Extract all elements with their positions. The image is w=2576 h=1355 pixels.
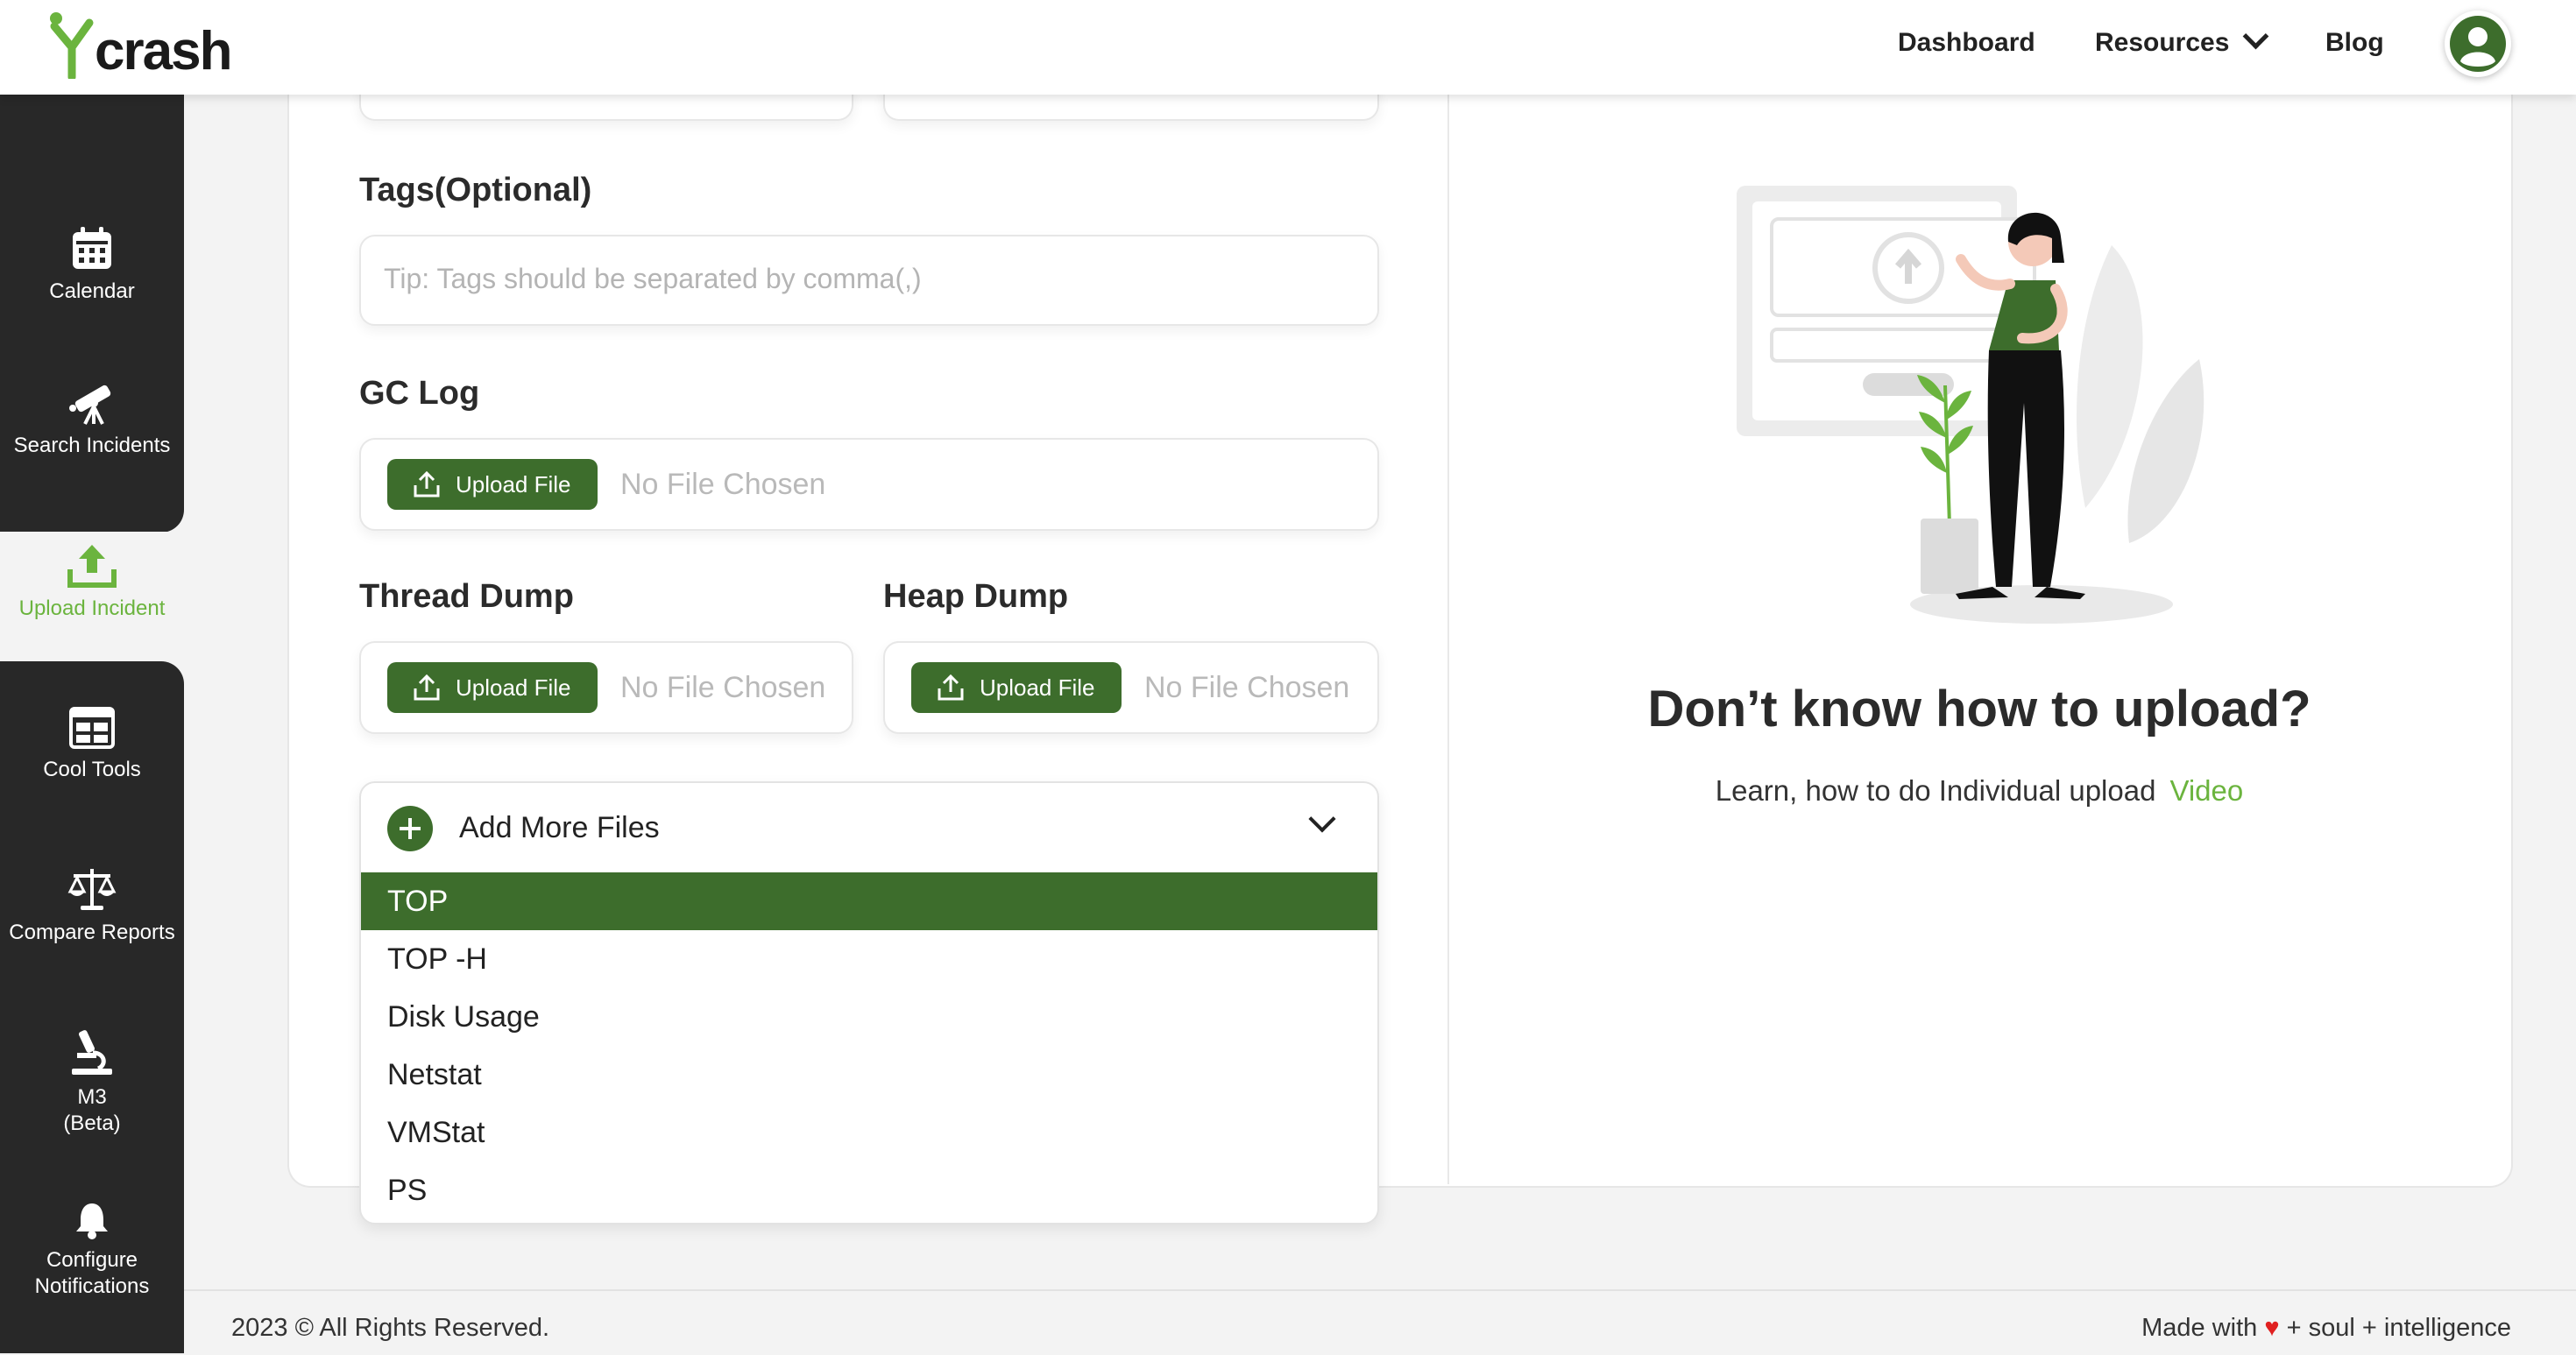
sidebar-item-m3-beta[interactable]: M3 (Beta) (0, 1027, 184, 1137)
help-subtitle: Learn, how to do Individual upload Video (1447, 774, 2511, 808)
thread-dump-upload-label: Upload File (456, 674, 571, 701)
sidebar-notch-top-inner (0, 490, 184, 533)
help-subtitle-text: Learn, how to do Individual upload (1715, 774, 2156, 807)
sidebar-item-calendar[interactable]: Calendar (0, 226, 184, 305)
dropdown-option-netstat[interactable]: Netstat (361, 1046, 1377, 1104)
gc-log-upload-button[interactable]: Upload File (387, 459, 598, 510)
nav-dashboard-label: Dashboard (1898, 28, 2035, 57)
footer-made-with-prefix: Made with (2141, 1314, 2258, 1342)
scales-icon (67, 869, 117, 910)
logo-text: crash (95, 21, 232, 81)
sidebar-item-upload-incident[interactable]: Upload Incident (0, 543, 184, 622)
footer-copyright: 2023 © All Rights Reserved. (231, 1314, 550, 1342)
dropdown-option-vmstat[interactable]: VMStat (361, 1104, 1377, 1161)
sidebar-label-compare-reports: Compare Reports (9, 921, 175, 944)
heart-icon: ♥ (2264, 1314, 2280, 1342)
add-more-files-dropdown: Add More Files TOP TOP -H Disk Usage Net… (359, 781, 1379, 1224)
upload-icon (414, 674, 440, 701)
calendar-icon (73, 227, 111, 269)
tags-placeholder: Tip: Tags should be separated by comma(,… (384, 263, 922, 294)
nav-blog[interactable]: Blog (2325, 28, 2384, 58)
dropdown-option-label: Netstat (387, 1058, 482, 1091)
logo-mark-icon (50, 12, 94, 79)
dropdown-option-ps[interactable]: PS (361, 1161, 1377, 1219)
dropdown-option-label: TOP -H (387, 942, 487, 976)
add-more-files-label: Add More Files (459, 811, 660, 844)
upload-icon (938, 674, 964, 701)
upload-icon (67, 545, 117, 588)
user-avatar[interactable] (2445, 11, 2511, 77)
thread-dump-upload-button[interactable]: Upload File (387, 662, 598, 713)
add-more-files-toggle[interactable]: Add More Files (361, 783, 1377, 872)
sidebar-item-cool-tools[interactable]: Cool Tools (0, 706, 184, 783)
nav-resources-label: Resources (2095, 28, 2230, 57)
dropdown-option-top[interactable]: TOP (361, 872, 1377, 930)
bell-icon (76, 1203, 108, 1239)
sidebar-label-m3-beta: M3 (Beta) (63, 1085, 121, 1135)
heap-dump-upload-button[interactable]: Upload File (911, 662, 1122, 713)
gc-log-label: GC Log (359, 375, 480, 412)
dropdown-option-top-h[interactable]: TOP -H (361, 930, 1377, 988)
tags-label: Tags(Optional) (359, 172, 592, 208)
thread-dump-file-field: Upload File No File Chosen (359, 641, 853, 734)
top-header: crash Dashboard Resources Blog (0, 0, 2576, 95)
plus-circle-icon (387, 806, 433, 851)
tags-input[interactable]: Tip: Tags should be separated by comma(,… (359, 235, 1379, 326)
sidebar-label-cool-tools: Cool Tools (43, 758, 141, 781)
heap-dump-status: No File Chosen (1144, 671, 1350, 704)
gc-log-upload-label: Upload File (456, 470, 571, 498)
user-icon (2450, 16, 2506, 72)
chevron-down-icon (2243, 23, 2269, 50)
dropdown-option-label: Disk Usage (387, 1000, 540, 1034)
tools-icon (69, 707, 115, 749)
heap-dump-label: Heap Dump (883, 578, 1069, 615)
nav-blog-label: Blog (2325, 28, 2384, 57)
gc-log-file-field: Upload File No File Chosen (359, 438, 1379, 531)
upload-illustration (1737, 186, 2204, 624)
sidebar-item-search-incidents[interactable]: Search Incidents (0, 377, 184, 459)
footer-made-with: Made with ♥ + soul + intelligence (2141, 1314, 2511, 1343)
help-video-link[interactable]: Video (2169, 774, 2243, 807)
nav-dashboard[interactable]: Dashboard (1898, 28, 2035, 58)
dropdown-option-label: VMStat (387, 1116, 485, 1149)
dropdown-option-label: TOP (387, 885, 449, 918)
sidebar-label-calendar: Calendar (49, 279, 135, 303)
sidebar-item-configure-notifications[interactable]: Configure Notifications (0, 1200, 184, 1300)
gc-log-status: No File Chosen (620, 468, 826, 501)
microscope-icon (72, 1030, 112, 1075)
sidebar-item-compare-reports[interactable]: Compare Reports (0, 865, 184, 946)
sidebar-notch-bottom-inner (0, 661, 184, 703)
nav-resources[interactable]: Resources (2095, 23, 2269, 58)
telescope-icon (69, 385, 111, 425)
footer-made-with-suffix: + soul + intelligence (2286, 1314, 2511, 1342)
thread-dump-label: Thread Dump (359, 578, 574, 615)
thread-dump-status: No File Chosen (620, 671, 826, 704)
footer: 2023 © All Rights Reserved. Made with ♥ … (184, 1289, 2576, 1355)
dropdown-option-label: PS (387, 1174, 428, 1207)
heap-dump-file-field: Upload File No File Chosen (883, 641, 1379, 734)
chevron-down-icon (1308, 805, 1336, 833)
sidebar-label-upload-incident: Upload Incident (18, 596, 166, 620)
ycrash-logo[interactable]: crash (47, 9, 232, 81)
sidebar-label-configure-notifications: Configure Notifications (34, 1248, 150, 1298)
help-title: Don’t know how to upload? (1647, 681, 2311, 737)
heap-dump-upload-label: Upload File (980, 674, 1095, 701)
sidebar-label-search-incidents: Search Incidents (13, 434, 171, 457)
card-divider (1447, 95, 1449, 1184)
upload-icon (414, 470, 440, 498)
dropdown-option-disk-usage[interactable]: Disk Usage (361, 988, 1377, 1046)
